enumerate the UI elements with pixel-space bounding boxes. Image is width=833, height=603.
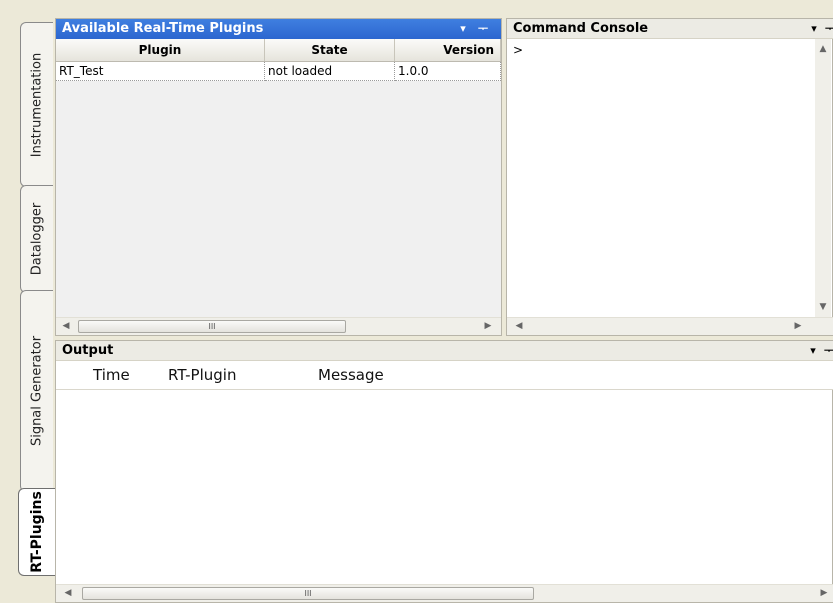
column-header-state[interactable]: State (265, 39, 395, 61)
tab-instrumentation-label: Instrumentation (29, 52, 45, 157)
console-panel: Command Console ▾ ᅮ > ▲ ▼ ◀ ▶ (506, 18, 833, 336)
scroll-up-icon[interactable]: ▲ (815, 41, 831, 58)
tab-rt-plugins[interactable]: RT-Plugins (18, 488, 55, 576)
chevron-down-icon[interactable]: ▾ (806, 341, 820, 361)
tab-signal-generator[interactable]: Signal Generator (20, 290, 53, 492)
scroll-thumb[interactable]: III (82, 587, 534, 600)
cell-version: 1.0.0 (395, 62, 501, 81)
output-table-header: Time RT-Plugin Message (56, 361, 833, 390)
tab-datalogger[interactable]: Datalogger (20, 185, 53, 293)
console-vertical-scrollbar[interactable]: ▲ ▼ (815, 39, 831, 317)
column-header-version[interactable]: Version (395, 39, 501, 61)
cell-plugin: RT_Test (56, 62, 265, 81)
scroll-left-icon[interactable]: ◀ (511, 318, 527, 335)
cell-state: not loaded (265, 62, 395, 81)
scroll-left-icon[interactable]: ◀ (58, 318, 74, 335)
plugins-table-header: Plugin State Version (56, 39, 501, 62)
chevron-down-icon[interactable]: ▾ (807, 19, 821, 39)
vertical-tab-strip: Instrumentation Datalogger Signal Genera… (0, 0, 55, 603)
console-panel-header: Command Console ▾ ᅮ (507, 19, 833, 39)
plugins-horizontal-scrollbar[interactable]: ◀ III ▶ (56, 317, 501, 335)
tab-rt-plugins-label: RT-Plugins (29, 491, 45, 573)
column-header-plugin[interactable]: Plugin (56, 39, 265, 61)
column-header-message[interactable]: Message (318, 361, 384, 389)
console-prompt[interactable]: > (513, 43, 523, 57)
tab-instrumentation[interactable]: Instrumentation (20, 22, 53, 187)
column-header-rt-plugin[interactable]: RT-Plugin (168, 361, 236, 389)
scroll-right-icon[interactable]: ▶ (790, 318, 806, 335)
console-horizontal-scrollbar[interactable]: ◀ ▶ (507, 317, 833, 335)
scroll-left-icon[interactable]: ◀ (60, 585, 76, 602)
plugins-panel-header: Available Real-Time Plugins ▾ ᅮ (56, 19, 501, 39)
scroll-down-icon[interactable]: ▼ (815, 299, 831, 316)
scroll-right-icon[interactable]: ▶ (480, 318, 496, 335)
output-horizontal-scrollbar[interactable]: ◀ III ▶ (56, 584, 833, 602)
tab-datalogger-label: Datalogger (29, 202, 45, 276)
pin-icon[interactable]: ᅮ (822, 341, 833, 361)
pin-icon[interactable]: ᅮ (476, 19, 490, 39)
plugins-panel: Available Real-Time Plugins ▾ ᅮ Plugin S… (55, 18, 502, 336)
output-panel: Output ▾ ᅮ Time RT-Plugin Message ◀ III … (55, 340, 833, 603)
scroll-thumb[interactable]: III (78, 320, 346, 333)
output-panel-header: Output ▾ ᅮ (56, 341, 833, 361)
chevron-down-icon[interactable]: ▾ (456, 19, 470, 39)
pin-icon[interactable]: ᅮ (823, 19, 833, 39)
output-panel-title: Output (62, 343, 114, 358)
scroll-right-icon[interactable]: ▶ (816, 585, 832, 602)
tab-signal-generator-label: Signal Generator (29, 335, 45, 447)
console-panel-title: Command Console (513, 21, 649, 36)
column-header-time[interactable]: Time (93, 361, 130, 389)
plugins-panel-title: Available Real-Time Plugins (62, 21, 264, 36)
